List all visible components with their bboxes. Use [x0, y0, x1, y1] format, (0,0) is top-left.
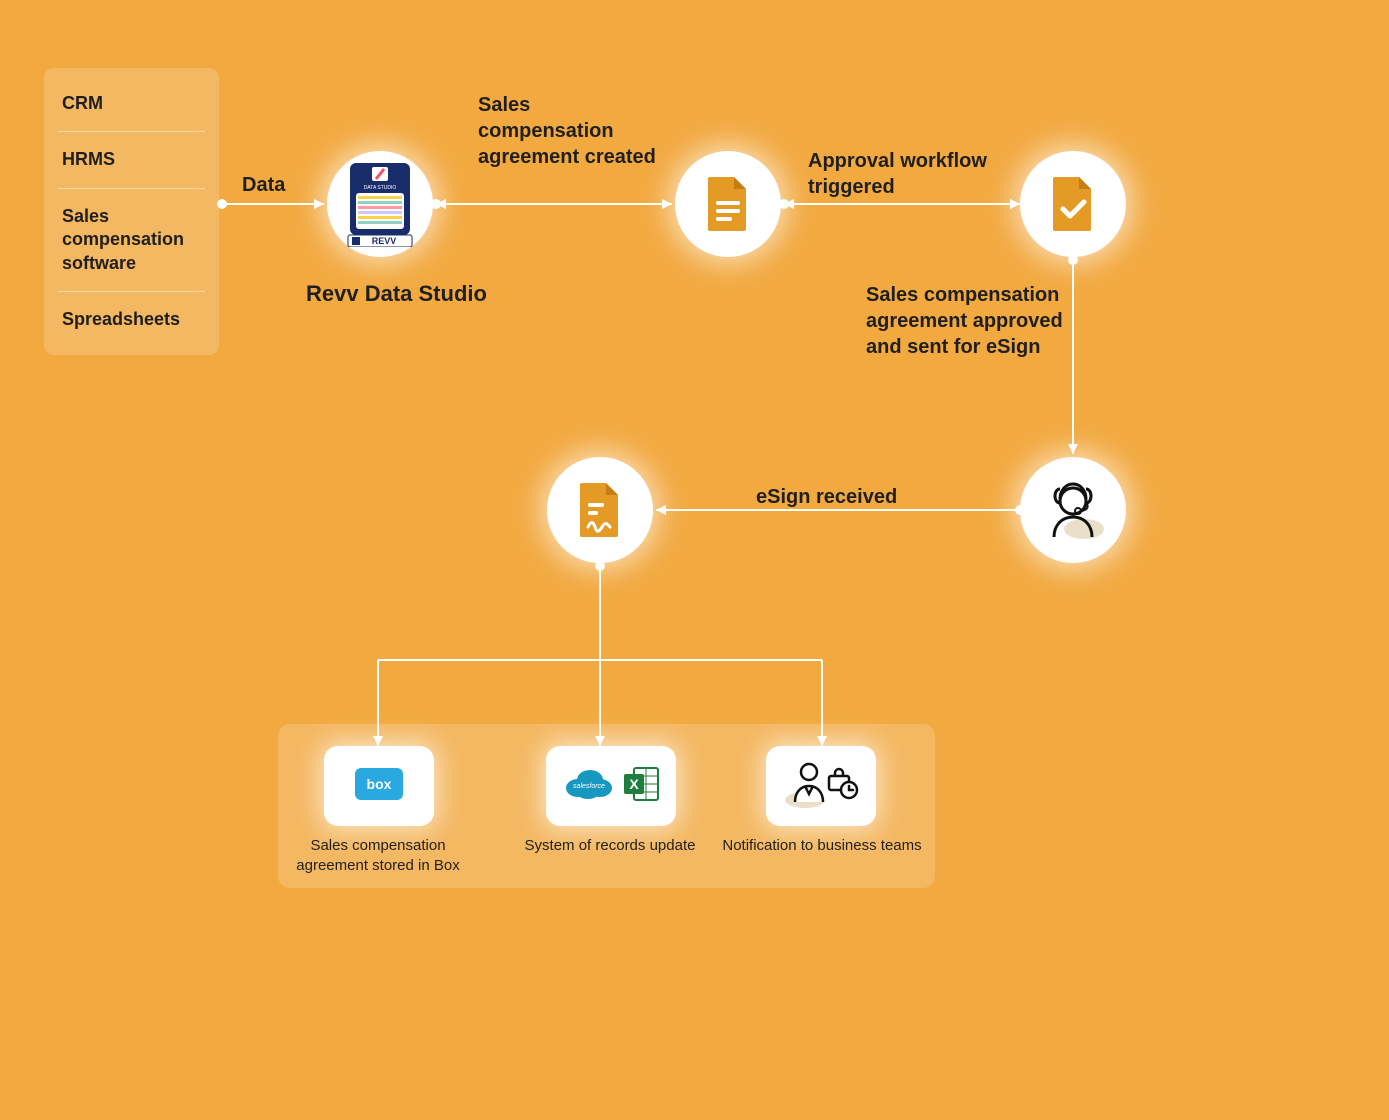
svg-text:REVV: REVV	[372, 236, 397, 246]
node-person	[1020, 457, 1126, 563]
output-label: Sales compensation agreement stored in B…	[278, 836, 478, 877]
svg-text:DATA STUDIO: DATA STUDIO	[364, 185, 397, 191]
arrow-label-approved-sent: Sales compensation agreement approved an…	[866, 282, 1066, 360]
data-sources-panel: CRM HRMS Sales compensation software Spr…	[44, 68, 219, 355]
output-card-notify	[766, 746, 876, 826]
node-approval	[1020, 151, 1126, 257]
arrow-label-created: Sales compensation agreement created	[478, 92, 668, 170]
outputs-panel: box Sales compensation agreement stored …	[278, 724, 935, 888]
document-icon	[675, 151, 781, 257]
output-card-records: salesforce X	[546, 746, 676, 826]
source-item: HRMS	[44, 132, 219, 187]
arrow-label-esign-received: eSign received	[756, 484, 897, 510]
business-team-icon	[781, 756, 861, 817]
output-label: Notification to business teams	[722, 836, 922, 856]
output-label: System of records update	[510, 836, 710, 856]
arrow-label-data: Data	[242, 172, 285, 198]
node-document-created	[675, 151, 781, 257]
box-logo-icon: box	[351, 764, 407, 809]
salesforce-logo-icon: salesforce	[560, 764, 616, 809]
source-item: Spreadsheets	[44, 292, 219, 347]
document-check-icon	[1020, 151, 1126, 257]
revv-data-studio-icon: DATA STUDIO REVV	[327, 151, 433, 257]
document-signature-icon	[547, 457, 653, 563]
svg-text:box: box	[367, 776, 392, 792]
arrow-label-approval: Approval workflow triggered	[808, 148, 1018, 200]
svg-text:salesforce: salesforce	[573, 783, 605, 790]
svg-text:X: X	[629, 776, 639, 792]
node-esigned-document	[547, 457, 653, 563]
node-label-revv: Revv Data Studio	[306, 280, 487, 309]
excel-logo-icon: X	[622, 764, 662, 809]
support-agent-icon	[1020, 457, 1126, 563]
node-revv-data-studio: DATA STUDIO REVV	[327, 151, 433, 257]
source-item: CRM	[44, 76, 219, 131]
output-card-box: box	[324, 746, 434, 826]
source-item: Sales compensation software	[44, 189, 219, 291]
